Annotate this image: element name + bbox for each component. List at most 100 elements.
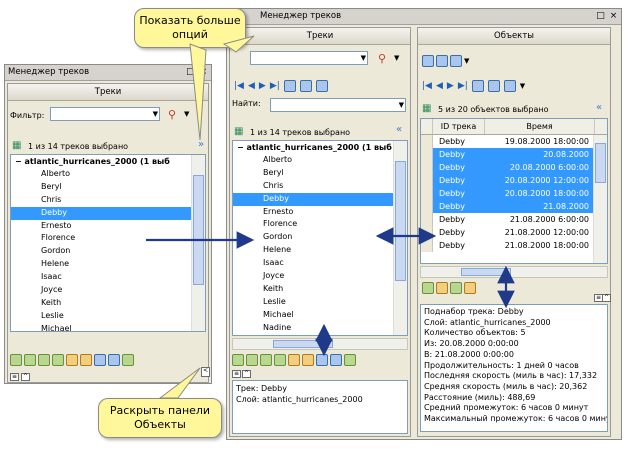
objects-table-vscroll[interactable] [593, 135, 607, 263]
collapse-icon[interactable]: ≡ [232, 370, 241, 378]
view-icon[interactable] [283, 80, 296, 92]
track-list-item[interactable]: Debby [233, 192, 407, 206]
restore-icon[interactable]: □ [596, 11, 605, 21]
pan-icon[interactable] [80, 354, 92, 366]
filter-track-icon[interactable] [274, 354, 286, 366]
find-input[interactable]: ▼ [270, 98, 406, 112]
table-row[interactable]: Debby 21.08.2000 12:00:00 [421, 226, 607, 239]
track-list-item[interactable]: Beryl [233, 167, 407, 180]
grid-icon[interactable] [503, 80, 516, 92]
tab-tracks[interactable]: Треки [230, 28, 410, 45]
row-header[interactable] [421, 135, 433, 148]
filter-tool-icon[interactable]: ⚲ [168, 108, 176, 121]
first-icon[interactable]: |◀ [422, 81, 432, 91]
close-icon[interactable]: × [609, 11, 618, 21]
select-track-icon[interactable] [246, 354, 258, 366]
filter-tool-icon[interactable]: ⚲ [378, 52, 386, 65]
select-feature-icon[interactable] [260, 354, 272, 366]
collapse-up-icon[interactable]: « [396, 124, 402, 135]
prev-icon[interactable]: ◀ [248, 81, 255, 91]
next-icon[interactable]: ▶ [259, 81, 266, 91]
track-list-item[interactable]: Debby [11, 206, 205, 220]
row-header[interactable] [421, 174, 433, 187]
zoom-object-icon[interactable] [436, 282, 448, 294]
track-list-item[interactable]: Michael [11, 323, 205, 331]
layer-node[interactable]: − atlantic_hurricanes_2000 (1 выб [11, 155, 205, 168]
remove-objects-icon[interactable] [436, 55, 448, 67]
flash-object-icon[interactable] [450, 282, 462, 294]
track-list-item[interactable]: Joyce [233, 270, 407, 283]
track-list-item[interactable]: Chris [233, 180, 407, 193]
collapse-icon[interactable]: ≡ [10, 373, 19, 381]
table-icon[interactable] [487, 80, 500, 92]
track-list-item[interactable]: Beryl [11, 181, 205, 194]
track-list-item[interactable]: Helene [233, 244, 407, 257]
table-row[interactable]: Debby 21.08.2000 18:00:00 [421, 239, 607, 252]
left-tree-vscroll[interactable] [191, 155, 205, 331]
export-icon[interactable] [108, 354, 120, 366]
select-track-icon[interactable] [24, 354, 36, 366]
filter-input[interactable]: ▼ [50, 107, 160, 121]
refresh-icon[interactable] [344, 354, 356, 366]
collapse-up-icon[interactable]: ^ [21, 373, 30, 381]
track-list-item[interactable]: Isaac [233, 257, 407, 270]
row-header[interactable] [421, 239, 433, 252]
last-icon[interactable]: ▶| [458, 81, 468, 91]
track-list-item[interactable]: Alberto [233, 154, 407, 167]
expand-options-icon[interactable]: » [198, 139, 204, 150]
table-row[interactable]: Debby 21.08.2000 6:00:00 [421, 213, 607, 226]
table-row[interactable]: Debby 20.08.2000 [421, 148, 607, 161]
right-tree-vscroll[interactable] [393, 141, 407, 335]
left-tab-tracks[interactable]: Треки [8, 84, 208, 101]
chevron-down-icon[interactable]: ▼ [464, 57, 469, 65]
objects-table-hscroll[interactable] [420, 266, 608, 278]
add-objects-icon[interactable] [422, 55, 434, 67]
right-tree-hscroll[interactable] [232, 338, 408, 350]
chevron-down-icon[interactable]: ▼ [184, 110, 189, 118]
select-tool-icon[interactable] [232, 354, 244, 366]
track-list-item[interactable]: Leslie [11, 310, 205, 323]
collapse-up-icon[interactable]: ^ [602, 294, 611, 302]
view-icon[interactable] [471, 80, 484, 92]
track-list-item[interactable]: Keith [233, 283, 407, 296]
row-header[interactable] [421, 148, 433, 161]
table-icon[interactable] [316, 354, 328, 366]
close-icon[interactable]: × [199, 67, 208, 77]
zoom-icon[interactable] [66, 354, 78, 366]
track-list-item[interactable]: Gordon [233, 231, 407, 244]
export-icon[interactable] [330, 354, 342, 366]
collapse-up-icon[interactable]: « [596, 102, 602, 113]
row-header[interactable] [421, 200, 433, 213]
table-row[interactable]: Debby 20.08.2000 12:00:00 [421, 174, 607, 187]
row-header[interactable] [421, 226, 433, 239]
chevron-down-icon[interactable]: ▼ [361, 52, 366, 64]
chevron-down-icon[interactable]: ▼ [153, 108, 158, 120]
last-icon[interactable]: ▶| [270, 81, 280, 91]
next-icon[interactable]: ▶ [447, 81, 454, 91]
pan-icon[interactable] [302, 354, 314, 366]
track-list-item[interactable]: Chris [11, 194, 205, 207]
table-icon[interactable] [299, 80, 312, 92]
object-table-icon[interactable] [450, 55, 462, 67]
select-feature-icon[interactable] [38, 354, 50, 366]
tab-objects[interactable]: Объекты [418, 28, 610, 45]
table-row[interactable]: Debby 20.08.2000 6:00:00 [421, 161, 607, 174]
row-header[interactable] [421, 213, 433, 226]
table-row[interactable]: Debby 19.08.2000 18:00:00 [421, 135, 607, 148]
select-tool-icon[interactable] [10, 354, 22, 366]
row-header[interactable] [421, 187, 433, 200]
track-list-item[interactable]: Florence [233, 218, 407, 231]
track-list-item[interactable]: Helene [11, 258, 205, 271]
track-list-item[interactable]: Alberto [11, 168, 205, 181]
track-list-item[interactable]: Joyce [11, 284, 205, 297]
filter-input[interactable]: ▼ [250, 51, 368, 65]
restore-icon[interactable]: □ [186, 67, 195, 77]
layer-node[interactable]: − atlantic_hurricanes_2000 (1 выб [233, 141, 407, 154]
row-header[interactable] [421, 161, 433, 174]
track-list-item[interactable]: Florence [11, 232, 205, 245]
table-row[interactable]: Debby 21.08.2000 [421, 200, 607, 213]
track-list-item[interactable]: Ernesto [11, 220, 205, 233]
column-time[interactable]: Время [485, 119, 595, 134]
zoom-icon[interactable] [288, 354, 300, 366]
track-list-item[interactable]: Ernesto [233, 206, 407, 219]
